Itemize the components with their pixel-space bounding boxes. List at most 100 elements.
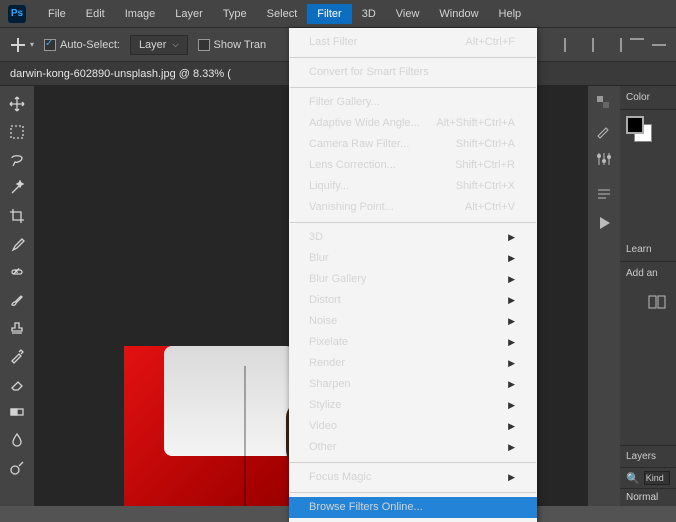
stamp-tool[interactable] <box>3 316 31 340</box>
dodge-tool[interactable] <box>3 456 31 480</box>
align-left-icon[interactable] <box>564 38 578 52</box>
menu-item-label: Noise <box>309 314 337 329</box>
menu-item-label: Sharpen <box>309 377 351 392</box>
move-tool-icon[interactable]: ▾ <box>10 38 34 52</box>
menu-item-blur-gallery[interactable]: Blur Gallery▶ <box>289 269 537 290</box>
lasso-tool[interactable] <box>3 148 31 172</box>
menu-image[interactable]: Image <box>115 4 166 24</box>
show-transform-label: Show Tran <box>214 39 267 51</box>
adjustments-icon[interactable] <box>595 150 613 168</box>
auto-select-label: Auto-Select: <box>60 39 120 51</box>
align-center-icon[interactable] <box>586 38 600 52</box>
wand-tool[interactable] <box>3 176 31 200</box>
menu-window[interactable]: Window <box>429 4 488 24</box>
menu-item-other[interactable]: Other▶ <box>289 437 537 458</box>
menubar: Ps File Edit Image Layer Type Select Fil… <box>0 0 676 28</box>
menu-layer[interactable]: Layer <box>165 4 213 24</box>
kind-filter-input[interactable] <box>644 471 670 485</box>
layers-panel: Layers 🔍 Normal <box>620 445 676 506</box>
align-middle-icon[interactable] <box>652 38 666 52</box>
layers-panel-header[interactable]: Layers <box>620 446 676 467</box>
play-icon[interactable] <box>595 214 613 232</box>
menu-type[interactable]: Type <box>213 4 257 24</box>
eraser-tool[interactable] <box>3 372 31 396</box>
menu-item-label: Stylize <box>309 398 341 413</box>
menu-item-3d[interactable]: 3D ▶ <box>289 227 537 248</box>
menu-item-browse-filters-online[interactable]: Browse Filters Online... <box>289 497 537 518</box>
menu-item-shortcut: Shift+Ctrl+X <box>456 179 515 194</box>
menu-3d[interactable]: 3D <box>352 4 386 24</box>
menu-item-last-filter: Last FilterAlt+Ctrl+F <box>289 32 537 53</box>
checkbox-icon <box>44 39 56 51</box>
menu-item-shortcut: Alt+Shift+Ctrl+A <box>436 116 515 131</box>
move-tool[interactable] <box>3 92 31 116</box>
menu-item-camera-raw-filter[interactable]: Camera Raw Filter... Shift+Ctrl+A <box>289 134 537 155</box>
gradient-tool[interactable] <box>3 400 31 424</box>
menu-item-shortcut: Shift+Ctrl+R <box>455 158 515 173</box>
menu-item-render[interactable]: Render▶ <box>289 353 537 374</box>
submenu-arrow-icon: ▶ <box>508 377 515 392</box>
brush-tool[interactable] <box>3 288 31 312</box>
marquee-tool[interactable] <box>3 120 31 144</box>
color-swatches[interactable] <box>620 110 676 148</box>
menu-item-lens-correction[interactable]: Lens Correction... Shift+Ctrl+R <box>289 155 537 176</box>
menu-item-label: Distort <box>309 293 341 308</box>
layer-dropdown[interactable]: Layer ⌵ <box>130 35 188 55</box>
menu-item-label: 3D <box>309 230 323 245</box>
menu-filter[interactable]: Filter <box>307 4 351 24</box>
submenu-arrow-icon: ▶ <box>508 230 515 245</box>
menu-help[interactable]: Help <box>489 4 532 24</box>
menu-item-convert-for-smart-filters[interactable]: Convert for Smart Filters <box>289 62 537 83</box>
menu-item-liquify[interactable]: Liquify...Shift+Ctrl+X <box>289 176 537 197</box>
menu-item-label: Focus Magic <box>309 470 371 485</box>
blend-mode-dropdown[interactable]: Normal <box>620 489 676 506</box>
filter-menu-dropdown: Last FilterAlt+Ctrl+F Convert for Smart F… <box>289 28 537 522</box>
menu-item-label: Convert for Smart Filters <box>309 65 429 80</box>
blur-tool[interactable] <box>3 428 31 452</box>
paragraph-icon[interactable] <box>595 186 613 204</box>
submenu-arrow-icon: ▶ <box>508 314 515 329</box>
menu-item-filter-gallery[interactable]: Filter Gallery... <box>289 92 537 113</box>
foreground-color-swatch[interactable] <box>626 116 644 134</box>
menu-separator <box>290 57 536 58</box>
menu-separator <box>290 492 536 493</box>
menu-item-video[interactable]: Video▶ <box>289 416 537 437</box>
menu-item-adaptive-wide-angle[interactable]: Adaptive Wide Angle...Alt+Shift+Ctrl+A <box>289 113 537 134</box>
window-icon[interactable] <box>648 295 666 309</box>
menu-item-label: Last Filter <box>309 35 357 50</box>
align-right-icon[interactable] <box>608 38 622 52</box>
auto-select-checkbox[interactable]: Auto-Select: <box>44 39 120 51</box>
menu-item-label: Video <box>309 419 337 434</box>
addons-panel-header[interactable]: Add an <box>620 262 676 285</box>
history-brush-tool[interactable] <box>3 344 31 368</box>
menu-edit[interactable]: Edit <box>76 4 115 24</box>
crop-tool[interactable] <box>3 204 31 228</box>
color-panel-header[interactable]: Color <box>620 86 676 110</box>
brush-panel-icon[interactable] <box>595 122 613 140</box>
menu-item-label: Camera Raw Filter... <box>309 137 409 152</box>
learn-panel-header[interactable]: Learn <box>620 238 676 262</box>
menu-item-blur[interactable]: Blur▶ <box>289 248 537 269</box>
menu-item-label: Render <box>309 356 345 371</box>
menu-view[interactable]: View <box>386 4 430 24</box>
eyedropper-tool[interactable] <box>3 232 31 256</box>
menu-item-focus-magic[interactable]: Focus Magic▶ <box>289 467 537 488</box>
menu-item-label: Lens Correction... <box>309 158 396 173</box>
menu-file[interactable]: File <box>38 4 76 24</box>
menu-select[interactable]: Select <box>257 4 308 24</box>
swatches-icon[interactable] <box>595 94 613 112</box>
search-icon[interactable]: 🔍 <box>626 472 640 485</box>
menu-item-label: Pixelate <box>309 335 348 350</box>
menu-item-label: Vanishing Point... <box>309 200 394 215</box>
menu-item-pixelate[interactable]: Pixelate▶ <box>289 332 537 353</box>
menu-item-vanishing-point[interactable]: Vanishing Point...Alt+Ctrl+V <box>289 197 537 218</box>
menu-item-distort[interactable]: Distort▶ <box>289 290 537 311</box>
menu-item-sharpen[interactable]: Sharpen ▶ <box>289 374 537 395</box>
menu-item-shortcut: Shift+Ctrl+A <box>456 137 515 152</box>
menu-item-stylize[interactable]: Stylize▶ <box>289 395 537 416</box>
heal-tool[interactable] <box>3 260 31 284</box>
document-tab[interactable]: darwin-kong-602890-unsplash.jpg @ 8.33% … <box>10 68 231 80</box>
align-top-icon[interactable] <box>630 38 644 52</box>
show-transform-checkbox[interactable]: Show Tran <box>198 39 267 51</box>
menu-item-noise[interactable]: Noise ▶ <box>289 311 537 332</box>
